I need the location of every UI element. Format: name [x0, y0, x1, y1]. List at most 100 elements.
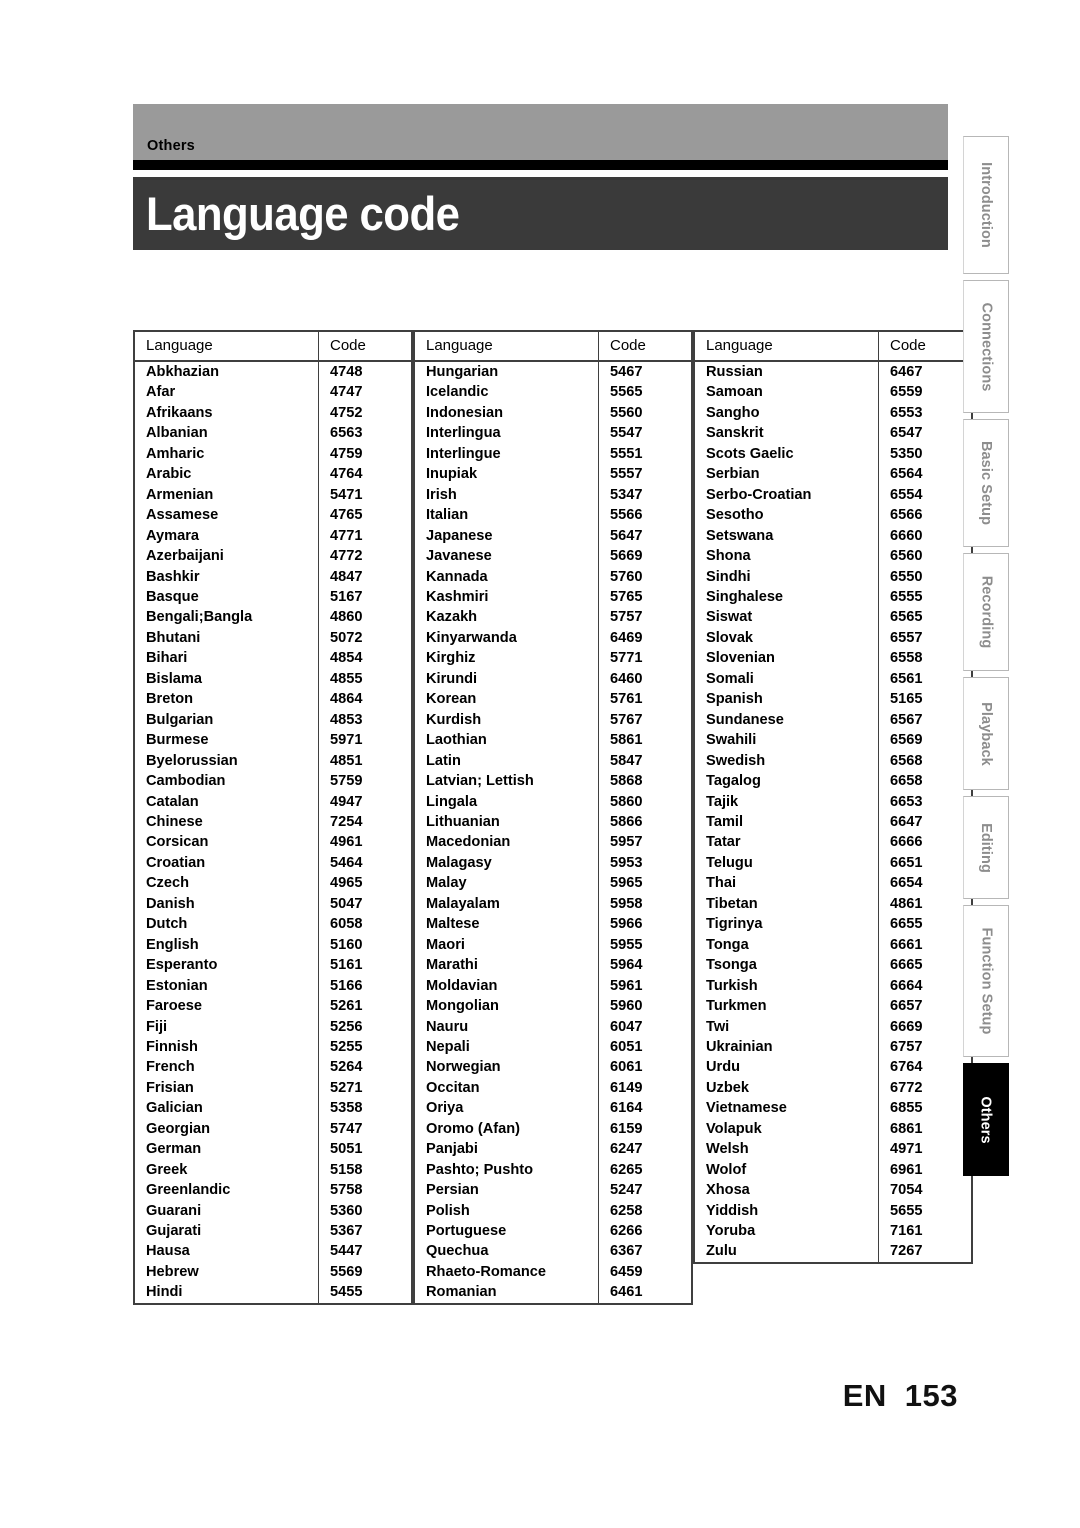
cell-code: 6657: [878, 996, 972, 1017]
cell-code: 4847: [318, 566, 412, 587]
cell-language: Bislama: [146, 670, 202, 687]
cell-language: Inupiak: [426, 466, 478, 483]
table-row: Oromo (Afan) 6159: [414, 1118, 692, 1140]
section-tab-connections[interactable]: Connections: [963, 280, 1009, 413]
table-row: Interlingua 5547: [414, 423, 692, 444]
cell-code: 4759: [318, 443, 412, 465]
table-row: Serbo-Croatian 6554: [694, 484, 972, 506]
cell-language: Nauru: [426, 1018, 469, 1035]
section-tab-playback[interactable]: Playback: [963, 677, 1009, 790]
cell-language: Azerbaijani: [146, 548, 224, 565]
cell-language: Malay: [426, 875, 467, 892]
table-row: Kazakh 5757: [414, 607, 692, 628]
cell-language: Turkish: [706, 977, 758, 994]
table-row: Dutch 6058: [134, 914, 412, 935]
cell-language: Samoan: [706, 384, 763, 401]
table-row: Sindhi 6550: [694, 566, 972, 587]
table-row: Maltese 5966: [414, 914, 692, 935]
cell-language: Galician: [146, 1100, 203, 1117]
table-row: Bhutani 5072: [134, 627, 412, 649]
table-row: English 5160: [134, 934, 412, 956]
cell-code: 6265: [598, 1159, 692, 1181]
cell-code: 5757: [598, 607, 692, 628]
cell-code: 5072: [318, 627, 412, 649]
table-row: Spanish 5165: [694, 689, 972, 710]
cell-language: Malayalam: [426, 895, 500, 912]
cell-code: 5669: [598, 546, 692, 567]
cell-language: Armenian: [146, 486, 214, 503]
table-header-row: Language Code: [414, 331, 692, 362]
table-row: Uzbek 6772: [694, 1077, 972, 1099]
cell-language: Icelandic: [426, 384, 489, 401]
cell-code: 5161: [318, 955, 412, 976]
cell-code: 5759: [318, 771, 412, 792]
cell-code: 5761: [598, 689, 692, 710]
cell-language: Tatar: [706, 834, 741, 851]
cell-language: Twi: [706, 1018, 730, 1035]
table-row: Basque 5167: [134, 586, 412, 608]
cell-code: 5866: [598, 811, 692, 833]
cell-language: Russian: [706, 364, 763, 380]
cell-code: 6550: [878, 566, 972, 587]
section-tab-others[interactable]: Others: [963, 1063, 1009, 1176]
table-row: Irish 5347: [414, 484, 692, 506]
cell-language: Marathi: [426, 957, 478, 974]
cell-language: Thai: [706, 875, 736, 892]
cell-language: Latin: [426, 752, 461, 769]
table-row: Sesotho 6566: [694, 505, 972, 526]
cell-code: 6061: [598, 1057, 692, 1078]
cell-language: Quechua: [426, 1243, 489, 1260]
table-row: Korean 5761: [414, 689, 692, 710]
table-row: Lingala 5860: [414, 791, 692, 812]
cell-code: 5565: [598, 382, 692, 403]
cell-code: 5953: [598, 852, 692, 874]
cell-language: Moldavian: [426, 977, 498, 994]
cell-language: Volapuk: [706, 1120, 762, 1137]
section-tab-editing[interactable]: Editing: [963, 796, 1009, 899]
cell-language: Frisian: [146, 1079, 194, 1096]
manual-page: Others Language code Language Code Abkha…: [0, 0, 1080, 1528]
table-row: Bashkir 4847: [134, 566, 412, 587]
cell-language: Greek: [146, 1161, 188, 1178]
cell-code: 6367: [598, 1241, 692, 1262]
table-row: Assamese 4765: [134, 505, 412, 526]
table-body: Hungarian 5467 Icelandic 5565 Indonesian 5560…: [414, 361, 692, 1304]
column-header-code: Code: [598, 331, 692, 362]
table-row: Greek 5158: [134, 1159, 412, 1181]
cell-code: 5767: [598, 709, 692, 731]
cell-code: 6560: [878, 546, 972, 567]
section-tab-function-setup[interactable]: Function Setup: [963, 905, 1009, 1057]
cell-language: Kirghiz: [426, 650, 476, 667]
cell-code: 5256: [318, 1016, 412, 1037]
table-row: Indonesian 5560: [414, 402, 692, 424]
cell-code: 5247: [598, 1180, 692, 1201]
section-tab-recording[interactable]: Recording: [963, 553, 1009, 671]
cell-language: Italian: [426, 507, 469, 524]
table-row: Ukrainian 6757: [694, 1036, 972, 1058]
cell-code: 6665: [878, 955, 972, 976]
cell-language: Sangho: [706, 404, 760, 421]
table-row: Polish 6258: [414, 1200, 692, 1222]
cell-code: 5261: [318, 996, 412, 1017]
table-row: Portuguese 6266: [414, 1221, 692, 1242]
section-tab-basic-setup[interactable]: Basic Setup: [963, 419, 1009, 547]
cell-language: Esperanto: [146, 957, 218, 974]
table-row: Marathi 5964: [414, 955, 692, 976]
cell-language: Gujarati: [146, 1223, 202, 1240]
section-tab-introduction[interactable]: Introduction: [963, 136, 1009, 274]
table-row: Thai 6654: [694, 873, 972, 894]
chapter-bar: Others: [133, 104, 948, 160]
footer-page-number: 153: [904, 1378, 958, 1413]
cell-code: 5758: [318, 1180, 412, 1201]
cell-code: 4947: [318, 791, 412, 812]
cell-language: Telugu: [706, 854, 753, 871]
cell-code: 4860: [318, 607, 412, 628]
language-code-table-2: Language Code Hungarian 5467 Icelandic 5565…: [413, 330, 693, 1305]
table-row: Kannada 5760: [414, 566, 692, 587]
column-header-code: Code: [878, 331, 972, 362]
cell-language: Fiji: [146, 1018, 168, 1035]
cell-code: 5360: [318, 1200, 412, 1222]
table-row: Croatian 5464: [134, 852, 412, 874]
cell-language: Amharic: [146, 445, 205, 462]
table-row: Shona 6560: [694, 546, 972, 567]
